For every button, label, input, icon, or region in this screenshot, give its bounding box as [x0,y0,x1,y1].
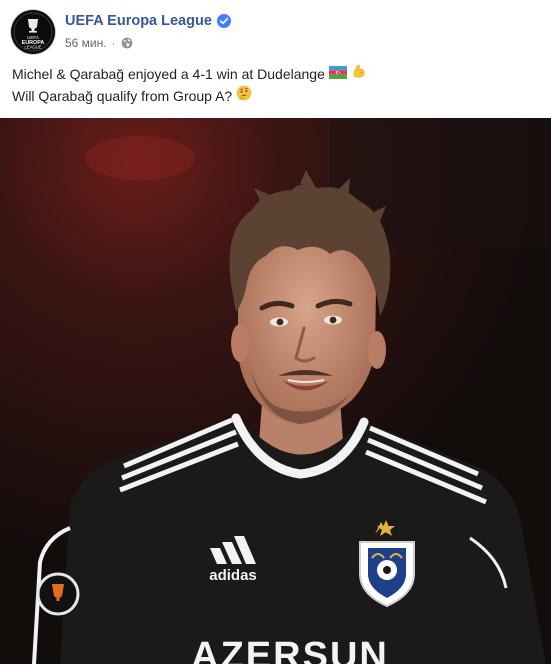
globe-icon[interactable] [121,37,133,49]
meta-separator: · [111,36,116,50]
flexed-biceps-emoji [351,63,367,85]
svg-text:adidas: adidas [209,567,257,584]
football-player-photo: adidas AZERSUN [0,118,551,664]
sponsor-text: AZERSUN [191,635,389,664]
europa-league-logo-icon: UEFA EUROPA LEAGUE [11,10,55,54]
avatar[interactable]: UEFA EUROPA LEAGUE [11,10,55,54]
post-caption: Michel & Qarabağ enjoyed a 4-1 win at Du… [12,63,540,107]
page-name-text: UEFA Europa League [65,13,212,29]
caption-line-2: Will Qarabağ qualify from Group A? [12,85,540,107]
post-photo[interactable]: adidas AZERSUN [0,118,551,664]
verified-badge-icon [216,14,231,28]
azerbaijan-flag-emoji [328,64,347,85]
facebook-post: UEFA EUROPA LEAGUE UEFA Europa League 56… [0,0,551,664]
caption-text-2: Will Qarabağ qualify from Group A? [12,87,233,104]
caption-line-1: Michel & Qarabağ enjoyed a 4-1 win at Du… [12,63,540,85]
svg-text:LEAGUE: LEAGUE [25,45,42,50]
thinking-face-emoji [236,85,252,107]
page-name-link[interactable]: UEFA Europa League [65,13,231,29]
caption-text-1: Michel & Qarabağ enjoyed a 4-1 win at Du… [12,65,325,82]
post-meta: 56 мин. · [65,36,133,50]
post-header: UEFA EUROPA LEAGUE UEFA Europa League 56… [0,0,551,58]
post-timestamp[interactable]: 56 мин. [65,36,107,50]
